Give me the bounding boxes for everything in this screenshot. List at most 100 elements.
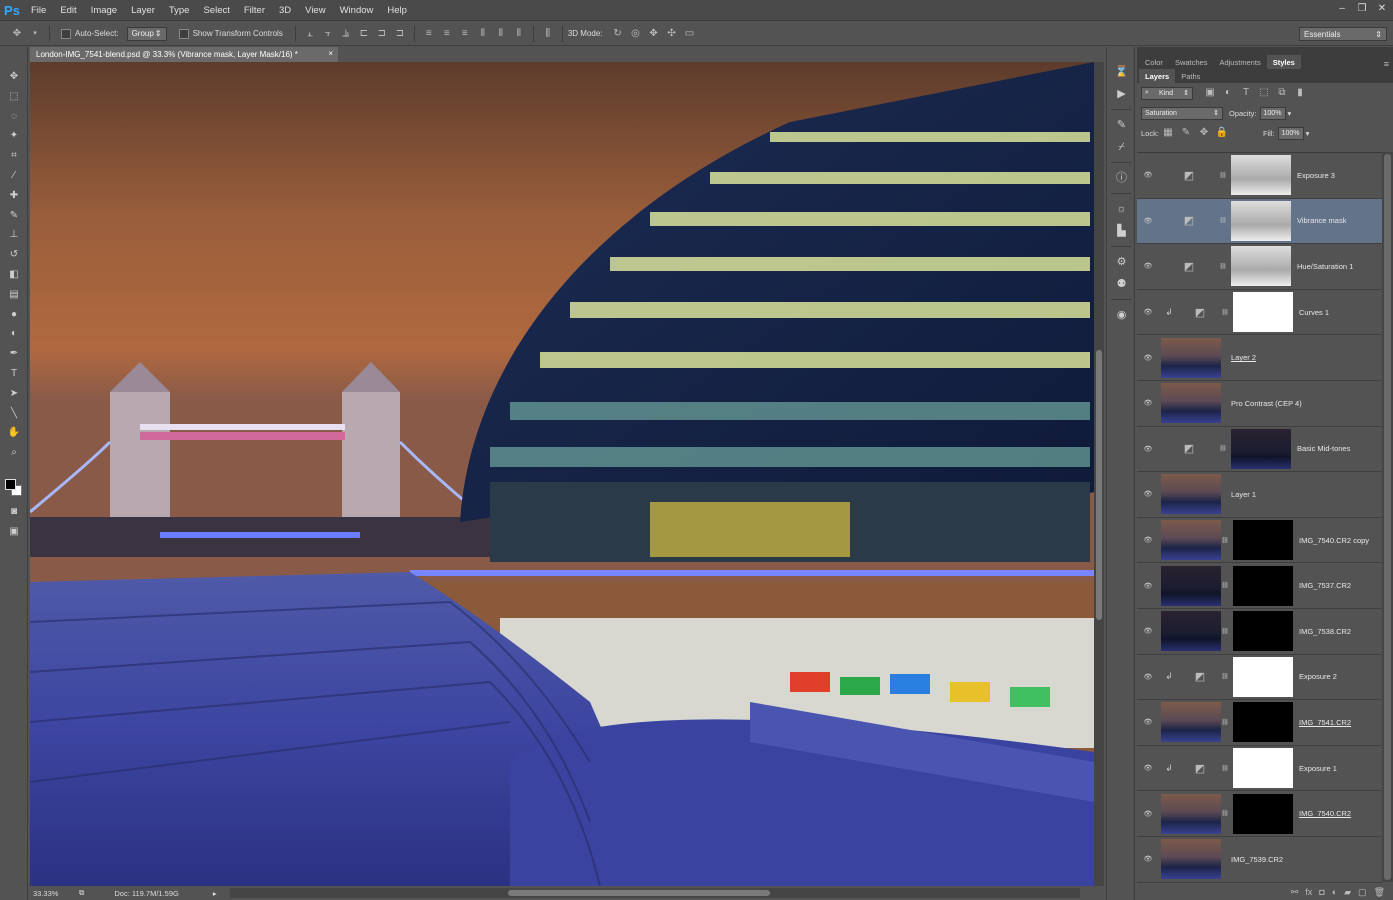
menu-select[interactable]: Select	[196, 5, 236, 16]
layer-mask-thumbnail[interactable]	[1233, 702, 1293, 743]
visibility-eye-icon[interactable]: 👁	[1137, 308, 1159, 316]
distribute-right-icon[interactable]: ⦀	[512, 27, 526, 41]
lasso-tool-icon[interactable]: ◌	[0, 107, 28, 127]
brush-presets-icon[interactable]: ✎	[1107, 114, 1136, 136]
history-brush-tool-icon[interactable]: ↺	[0, 245, 28, 265]
layer-row[interactable]: 👁 ↲ ◩ ⛓ Exposure 1	[1137, 746, 1382, 792]
eyedropper-tool-icon[interactable]: ⁄	[0, 166, 28, 186]
panel-menu-icon[interactable]: ≡	[1384, 59, 1389, 69]
align-bottom-icon[interactable]: ⫡	[339, 27, 353, 41]
filter-toggle-icon[interactable]: ▮	[1293, 86, 1307, 100]
tab-paths[interactable]: Paths	[1175, 69, 1206, 83]
layers-scrollbar[interactable]	[1382, 152, 1393, 882]
mask-link-icon[interactable]: ⛓	[1219, 172, 1227, 179]
gradient-tool-icon[interactable]: ▤	[0, 285, 28, 305]
mask-link-icon[interactable]: ⛓	[1221, 628, 1229, 635]
mask-link-icon[interactable]: ⛓	[1221, 582, 1229, 589]
layers-scroll-thumb[interactable]	[1384, 154, 1391, 880]
visibility-eye-icon[interactable]: 👁	[1137, 855, 1159, 863]
eraser-tool-icon[interactable]: ◧	[0, 265, 28, 285]
menu-view[interactable]: View	[298, 5, 332, 16]
mask-link-icon[interactable]: ⛓	[1221, 810, 1229, 817]
layer-name[interactable]: Layer 2	[1231, 353, 1256, 362]
3d-roll-icon[interactable]: ◎	[629, 27, 643, 41]
menu-filter[interactable]: Filter	[237, 5, 272, 16]
menu-image[interactable]: Image	[84, 5, 124, 16]
info-icon[interactable]: ⓘ	[1107, 167, 1136, 189]
layer-name[interactable]: IMG_7538.CR2	[1299, 627, 1351, 636]
layer-row[interactable]: 👁 IMG_7539.CR2	[1137, 837, 1382, 883]
layer-thumbnail[interactable]	[1161, 793, 1221, 834]
crop-tool-icon[interactable]: ⌗	[0, 146, 28, 166]
new-layer-icon[interactable]: ▢	[1358, 887, 1367, 898]
align-hcenter-icon[interactable]: ⊐	[375, 27, 389, 41]
layer-row[interactable]: 👁 ↲ ◩ ⛓ Curves 1	[1137, 290, 1382, 336]
visibility-eye-icon[interactable]: 👁	[1137, 718, 1159, 726]
filter-pixel-icon[interactable]: ▣	[1203, 86, 1217, 100]
layer-row[interactable]: 👁 Pro Contrast (CEP 4)	[1137, 381, 1382, 427]
layer-name[interactable]: Pro Contrast (CEP 4)	[1231, 399, 1302, 408]
workspace-switcher[interactable]: Essentials ⇕	[1299, 27, 1387, 41]
tab-adjustments[interactable]: Adjustments	[1213, 55, 1266, 69]
layer-mask-thumbnail[interactable]	[1233, 292, 1293, 333]
visibility-eye-icon[interactable]: 👁	[1137, 673, 1159, 681]
layer-thumbnail[interactable]	[1161, 611, 1221, 652]
history-icon[interactable]: ⌛	[1107, 61, 1136, 83]
distribute-hcenter-icon[interactable]: ⦀	[494, 27, 508, 41]
opacity-slider-arrow[interactable]: ▾	[1288, 109, 1292, 118]
layer-row[interactable]: 👁 ◩ ⛓ Basic Mid-tones	[1137, 427, 1382, 473]
layer-name[interactable]: Hue/Saturation 1	[1297, 262, 1353, 271]
layer-row[interactable]: 👁 ⛓ IMG_7541.CR2	[1137, 700, 1382, 746]
visibility-eye-icon[interactable]: 👁	[1137, 171, 1159, 179]
layer-row[interactable]: 👁 ⛓ IMG_7540.CR2 copy	[1137, 518, 1382, 564]
lock-position-icon[interactable]: ✥	[1197, 126, 1211, 140]
visibility-eye-icon[interactable]: 👁	[1137, 217, 1159, 225]
visibility-eye-icon[interactable]: 👁	[1137, 262, 1159, 270]
mask-link-icon[interactable]: ⛓	[1219, 263, 1227, 270]
tab-layers[interactable]: Layers	[1139, 69, 1176, 83]
quick-select-tool-icon[interactable]: ✦	[0, 126, 28, 146]
brush-tool-icon[interactable]: ✎	[0, 206, 28, 226]
layer-name[interactable]: Vibrance mask	[1297, 216, 1346, 225]
auto-select-checkbox[interactable]	[61, 28, 71, 39]
visibility-eye-icon[interactable]: 👁	[1137, 582, 1159, 590]
lock-pixels-icon[interactable]: ✎	[1179, 126, 1193, 140]
fill-field[interactable]: 100%	[1277, 126, 1304, 140]
distribute-left-icon[interactable]: ⦀	[476, 27, 490, 41]
mask-link-icon[interactable]: ⛓	[1221, 537, 1229, 544]
align-vcenter-icon[interactable]: ⫟	[321, 27, 335, 41]
menu-file[interactable]: File	[24, 5, 53, 16]
close-window-button[interactable]: ✕	[1375, 2, 1389, 15]
horizontal-scroll-thumb[interactable]	[508, 890, 770, 896]
align-top-icon[interactable]: ⫠	[303, 27, 317, 41]
add-mask-icon[interactable]: ◘	[1319, 887, 1324, 897]
navigator-icon[interactable]: ☼	[1107, 198, 1136, 220]
3d-pan-icon[interactable]: ✥	[647, 27, 661, 41]
3d-rotate-icon[interactable]: ↻	[611, 27, 625, 41]
tab-swatches[interactable]: Swatches	[1169, 55, 1214, 69]
filter-shape-icon[interactable]: ⬚	[1257, 86, 1271, 100]
mask-link-icon[interactable]: ⛓	[1221, 765, 1229, 772]
distribute-bottom-icon[interactable]: ≡	[458, 27, 472, 41]
3d-scale-icon[interactable]: ▭	[683, 27, 697, 41]
layer-style-icon[interactable]: fx	[1305, 887, 1312, 897]
layer-row[interactable]: 👁 ◩ ⛓ Hue/Saturation 1	[1137, 244, 1382, 290]
layer-mask-thumbnail[interactable]	[1233, 793, 1293, 834]
minimize-button[interactable]: –	[1335, 2, 1349, 15]
layer-name[interactable]: IMG_7537.CR2	[1299, 581, 1351, 590]
visibility-eye-icon[interactable]: 👁	[1137, 490, 1159, 498]
path-select-tool-icon[interactable]: ➤	[0, 384, 28, 404]
restore-button[interactable]: ❐	[1355, 2, 1369, 15]
clone-source-icon[interactable]: ⚉	[1107, 273, 1136, 295]
layer-thumbnail[interactable]	[1161, 565, 1221, 606]
layer-name[interactable]: IMG_7541.CR2	[1299, 718, 1351, 727]
image-canvas[interactable]	[30, 62, 1094, 886]
tab-color[interactable]: Color	[1139, 55, 1169, 69]
layer-mask-thumbnail[interactable]	[1233, 565, 1293, 606]
layer-mask-thumbnail[interactable]	[1231, 428, 1291, 469]
clone-stamp-tool-icon[interactable]: ⊥	[0, 225, 28, 245]
layer-thumbnail[interactable]	[1161, 383, 1221, 424]
blend-mode-dropdown[interactable]: Saturation ⇕	[1141, 106, 1223, 120]
mask-link-icon[interactable]: ⛓	[1221, 673, 1229, 680]
layer-thumbnail[interactable]	[1161, 702, 1221, 743]
